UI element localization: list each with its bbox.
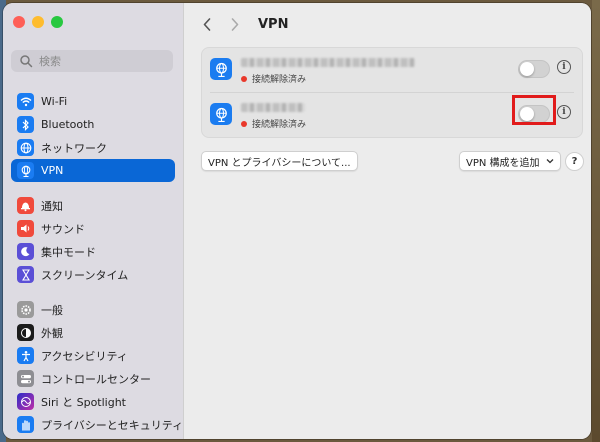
info-icon[interactable]: i [557,60,571,74]
sidebar-item-label: コントロールセンター [41,372,151,386]
status-dot-icon [241,75,247,82]
sidebar-item-network[interactable]: ネットワーク [11,136,175,159]
wifi-icon [17,93,34,110]
globe-icon [17,139,34,156]
vpn-toggle[interactable] [518,60,550,78]
sidebar-item-accessibility[interactable]: アクセシビリティ [11,344,175,367]
sidebar-item-label: アクセシビリティ [41,349,128,363]
sidebar-item-label: Wi-Fi [41,95,68,108]
sidebar-item-label: 集中モード [41,245,96,259]
vpn-status: 接続解除済み [241,117,306,130]
vpn-pane: VPN 接続解除済み i 接続解除済み i VPN とプライバシーについて...… [184,3,591,439]
gear-icon [17,301,34,318]
sidebar-item-label: 一般 [41,303,63,317]
chevron-down-icon [546,159,553,164]
sidebar-item-general[interactable]: 一般 [11,298,175,321]
add-vpn-config-button[interactable]: VPN 構成を追加 [459,151,561,171]
sidebar-item-label: ネットワーク [41,141,107,155]
help-button[interactable]: ? [565,152,584,171]
speaker-icon [17,220,34,237]
vpn-privacy-button[interactable]: VPN とプライバシーについて... [201,151,358,171]
button-label: VPN とプライバシーについて... [208,157,351,169]
sidebar-item-label: Siri と Spotlight [41,395,126,409]
sidebar-group-notifications: 通知 サウンド 集中モード スクリーンタイム [11,194,175,286]
search-input[interactable] [37,53,171,69]
sidebar-item-notifications[interactable]: 通知 [11,194,175,217]
forward-button[interactable] [228,16,242,32]
sidebar-item-label: 通知 [41,199,63,213]
vpn-name-redacted [241,56,415,68]
sidebar-item-wifi[interactable]: Wi-Fi [11,90,175,113]
sidebar-item-privacy-security[interactable]: プライバシーとセキュリティ [11,413,183,436]
chevron-left-icon [203,17,211,31]
close-button[interactable] [13,16,25,28]
sidebar-item-screen-time[interactable]: スクリーンタイム [11,263,175,286]
appearance-icon [17,324,34,341]
page-title: VPN [258,17,289,32]
sidebar-item-label: プライバシーとセキュリティ [41,418,184,432]
sidebar: Wi-Fi Bluetooth ネットワーク VPN [3,3,184,439]
sidebar-item-sound[interactable]: サウンド [11,217,175,240]
vpn-name-redacted [241,101,305,113]
hourglass-icon [17,266,34,283]
window-controls [13,16,63,28]
info-icon[interactable]: i [557,105,571,119]
vpn-globe-icon [210,58,232,80]
vpn-status: 接続解除済み [241,72,306,85]
sidebar-item-label: Bluetooth [41,118,95,131]
hand-icon [17,416,34,433]
minimize-button[interactable] [32,16,44,28]
status-dot-icon [241,120,247,127]
sidebar-item-label: スクリーンタイム [41,268,129,282]
chevron-right-icon [231,17,239,31]
zoom-button[interactable] [51,16,63,28]
sidebar-item-appearance[interactable]: 外観 [11,321,175,344]
moon-icon [17,243,34,260]
vpn-globe-icon [210,103,232,125]
status-text: 接続解除済み [252,75,307,85]
search-field[interactable] [11,50,173,72]
sidebar-group-network: Wi-Fi Bluetooth ネットワーク VPN [11,90,175,182]
back-button[interactable] [200,16,214,32]
control-center-icon [17,370,34,387]
vpn-connection-row: 接続解除済み i [202,48,582,92]
sidebar-item-label: サウンド [41,222,85,236]
settings-window: Wi-Fi Bluetooth ネットワーク VPN [3,3,591,439]
siri-icon [17,393,34,410]
accessibility-icon [17,347,34,364]
highlight-box [512,95,556,125]
button-label: VPN 構成を追加 [466,157,540,169]
search-icon [20,55,33,68]
sidebar-group-general: 一般 外観 アクセシビリティ コントロールセンター Siri と Spotlig… [11,298,183,436]
sidebar-item-focus[interactable]: 集中モード [11,240,175,263]
bell-icon [17,197,34,214]
sidebar-item-label: VPN [41,164,64,177]
sidebar-item-label: 外観 [41,326,63,340]
vpn-globe-icon [17,162,34,179]
status-text: 接続解除済み [252,120,307,130]
sidebar-item-bluetooth[interactable]: Bluetooth [11,113,175,136]
sidebar-item-vpn[interactable]: VPN [11,159,175,182]
sidebar-item-control-center[interactable]: コントロールセンター [11,367,175,390]
sidebar-item-siri-spotlight[interactable]: Siri と Spotlight [11,390,175,413]
bluetooth-icon [17,116,34,133]
